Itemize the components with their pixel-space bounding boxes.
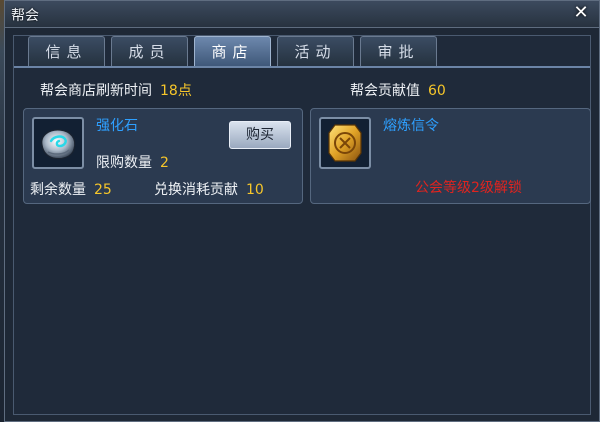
refresh-label: 帮会商店刷新时间 (40, 83, 152, 99)
shop-refresh-info: 帮会商店刷新时间 18点 (40, 80, 192, 100)
tab-activity[interactable]: 活动 (277, 36, 354, 66)
close-icon[interactable]: ✕ (571, 3, 591, 23)
tab-shop[interactable]: 商店 (194, 36, 271, 66)
title-bar: 帮会 ✕ (5, 1, 599, 28)
guild-window: 帮会 ✕ 信息 成员 商店 活动 审批 帮会商店刷新时间 18点 帮会贡献值 60 (4, 0, 600, 422)
item-name: 强化石 (96, 118, 138, 134)
remaining-label: 剩余数量 (30, 182, 86, 198)
contribution-info: 帮会贡献值 60 (350, 80, 446, 100)
contribution-label: 帮会贡献值 (350, 83, 420, 99)
reinforce-stone-icon[interactable] (32, 117, 84, 169)
exchange-cost: 兑换消耗贡献 10 (154, 179, 264, 199)
contribution-value: 60 (428, 83, 446, 99)
window-title: 帮会 (11, 8, 39, 24)
shop-content: 帮会商店刷新时间 18点 帮会贡献值 60 强化石 购买 限购数量 2 剩余数量… (14, 68, 591, 414)
item-name: 熔炼信令 (383, 118, 439, 134)
refresh-value: 18点 (160, 83, 192, 99)
remaining-quantity: 剩余数量 25 (30, 179, 112, 199)
exchange-cost-label: 兑换消耗贡献 (154, 182, 238, 198)
exchange-cost-value: 10 (246, 182, 264, 198)
tab-approval[interactable]: 审批 (360, 36, 437, 66)
smelting-token-icon[interactable] (319, 117, 371, 169)
shop-item-card: 强化石 购买 限购数量 2 剩余数量 25 兑换消耗贡献 10 (23, 108, 303, 204)
tab-info[interactable]: 信息 (28, 36, 105, 66)
remaining-value: 25 (94, 182, 112, 198)
purchase-limit-value: 2 (160, 155, 169, 171)
tab-members[interactable]: 成员 (111, 36, 188, 66)
purchase-limit: 限购数量 2 (96, 152, 169, 172)
purchase-limit-label: 限购数量 (96, 155, 152, 171)
guild-panel: 信息 成员 商店 活动 审批 帮会商店刷新时间 18点 帮会贡献值 60 强化石… (13, 35, 591, 415)
shop-item-card: 熔炼信令 公会等级2级解锁 (310, 108, 591, 204)
unlock-requirement: 公会等级2级解锁 (415, 180, 522, 196)
buy-button[interactable]: 购买 (229, 121, 291, 149)
